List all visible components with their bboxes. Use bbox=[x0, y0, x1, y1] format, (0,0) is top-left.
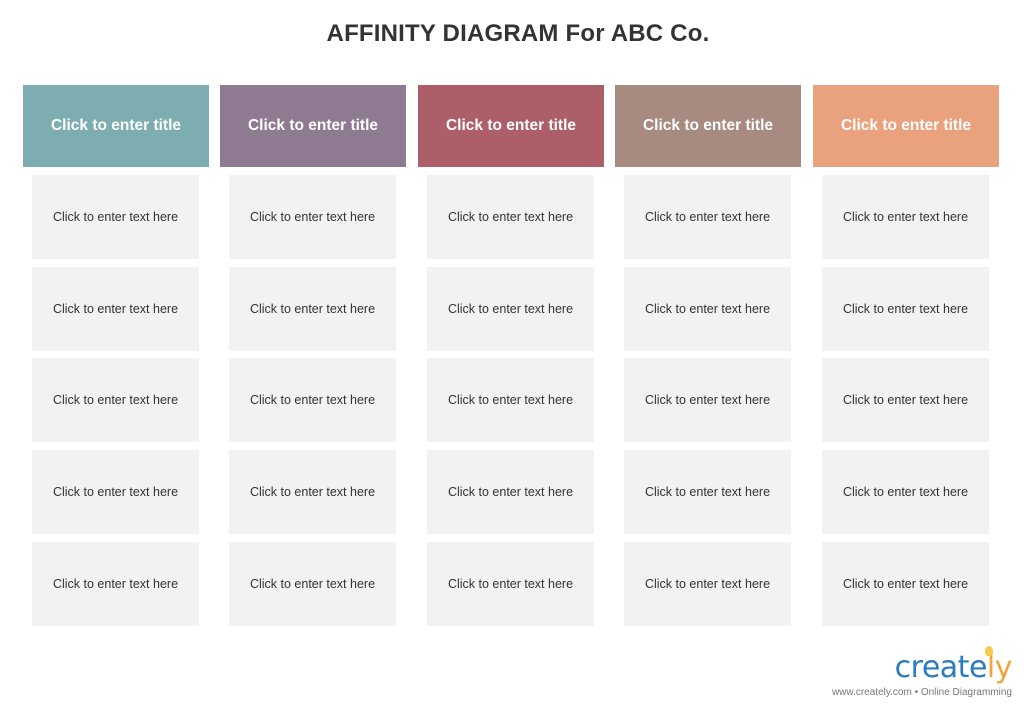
creately-branding: creately www.creately.com • Online Diagr… bbox=[831, 646, 1013, 698]
note-card[interactable]: Click to enter text here bbox=[624, 358, 791, 442]
note-card[interactable]: Click to enter text here bbox=[229, 358, 396, 442]
note-card[interactable]: Click to enter text here bbox=[427, 175, 594, 259]
column-4: Click to enter title Click to enter text … bbox=[615, 85, 801, 626]
column-header[interactable]: Click to enter title bbox=[418, 85, 604, 167]
note-card[interactable]: Click to enter text here bbox=[624, 450, 791, 534]
creately-logo: creately bbox=[832, 646, 1013, 685]
note-card[interactable]: Click to enter text here bbox=[32, 358, 199, 442]
note-card[interactable]: Click to enter text here bbox=[624, 542, 791, 626]
note-card[interactable]: Click to enter text here bbox=[624, 175, 791, 259]
note-card[interactable]: Click to enter text here bbox=[32, 542, 199, 626]
column-header[interactable]: Click to enter title bbox=[813, 85, 999, 167]
note-card[interactable]: Click to enter text here bbox=[822, 542, 989, 626]
note-card[interactable]: Click to enter text here bbox=[427, 542, 594, 626]
diagram-title[interactable]: AFFINITY DIAGRAM For ABC Co. bbox=[0, 20, 1024, 48]
note-card[interactable]: Click to enter text here bbox=[229, 267, 396, 351]
branding-tagline: www.creately.com • Online Diagramming bbox=[831, 687, 1012, 698]
note-card[interactable]: Click to enter text here bbox=[624, 267, 791, 351]
note-card[interactable]: Click to enter text here bbox=[427, 267, 594, 351]
note-card[interactable]: Click to enter text here bbox=[427, 450, 594, 534]
column-header[interactable]: Click to enter title bbox=[23, 85, 209, 167]
note-card[interactable]: Click to enter text here bbox=[32, 175, 199, 259]
note-card[interactable]: Click to enter text here bbox=[427, 358, 594, 442]
note-card[interactable]: Click to enter text here bbox=[822, 358, 989, 442]
note-card[interactable]: Click to enter text here bbox=[822, 450, 989, 534]
note-card[interactable]: Click to enter text here bbox=[32, 267, 199, 351]
column-header[interactable]: Click to enter title bbox=[615, 85, 801, 167]
note-card[interactable]: Click to enter text here bbox=[229, 175, 396, 259]
note-card[interactable]: Click to enter text here bbox=[822, 175, 989, 259]
bulb-icon bbox=[985, 646, 993, 656]
column-2: Click to enter title Click to enter text … bbox=[220, 85, 406, 626]
note-card[interactable]: Click to enter text here bbox=[229, 450, 396, 534]
note-card[interactable]: Click to enter text here bbox=[229, 542, 396, 626]
column-1: Click to enter title Click to enter text … bbox=[23, 85, 209, 626]
column-3: Click to enter title Click to enter text … bbox=[418, 85, 604, 626]
column-header[interactable]: Click to enter title bbox=[220, 85, 406, 167]
logo-text-main: create bbox=[894, 650, 988, 685]
note-card[interactable]: Click to enter text here bbox=[822, 267, 989, 351]
note-card[interactable]: Click to enter text here bbox=[32, 450, 199, 534]
column-5: Click to enter title Click to enter text … bbox=[813, 85, 999, 626]
